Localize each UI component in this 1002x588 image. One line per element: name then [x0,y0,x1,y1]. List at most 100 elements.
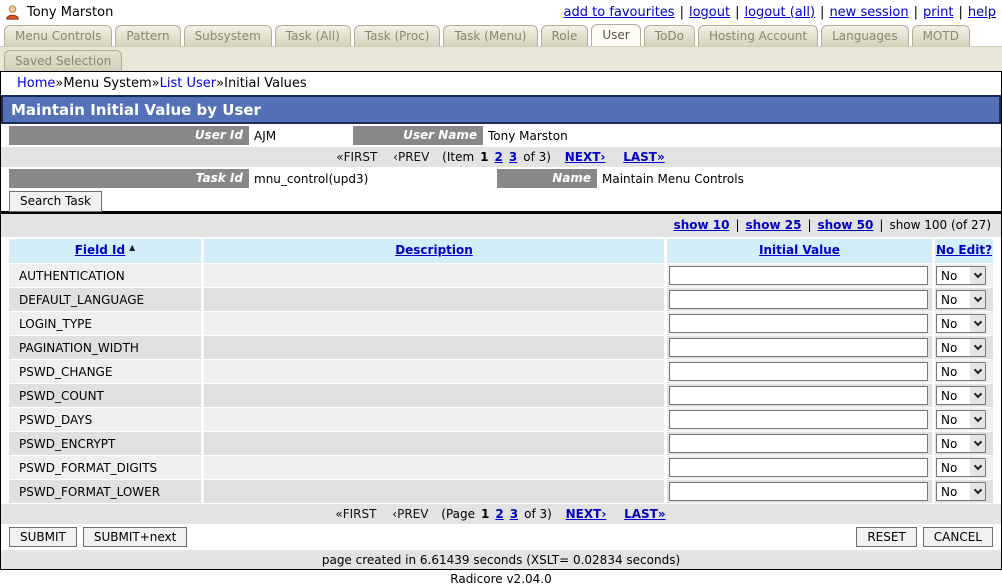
data-table: Field Id▲ Description Initial Value No E… [1,237,1001,503]
no-edit-select[interactable]: No [936,482,986,501]
no-edit-select[interactable]: No [936,410,986,429]
no-edit-select[interactable]: No [936,314,986,333]
breadcrumb-menu-system: Menu System [63,76,151,91]
initial-value-input[interactable] [669,290,928,309]
no-edit-sort-link[interactable]: No Edit? [936,243,992,257]
cancel-button[interactable]: CANCEL [923,527,993,547]
initial-value-cell [667,384,932,407]
link-logout[interactable]: logout [689,5,730,20]
description-cell [204,408,664,431]
page-last[interactable]: LAST» [624,507,666,521]
table-row: PSWD_FORMAT_DIGITS No [9,456,993,479]
tab[interactable]: Task (Menu) [443,25,537,46]
no-edit-cell: No [935,408,993,431]
tab[interactable]: Menu Controls [4,25,112,46]
initial-value-sort-link[interactable]: Initial Value [759,243,840,257]
link-separator: | [959,5,963,20]
no-edit-cell: No [935,360,993,383]
initial-value-input[interactable] [669,266,928,285]
initial-value-input[interactable] [669,410,928,429]
initial-value-input[interactable] [669,314,928,333]
show-50-link[interactable]: show 50 [817,218,873,232]
page-link-2[interactable]: 2 [495,507,503,521]
no-edit-select[interactable]: No [936,266,986,285]
breadcrumb-home[interactable]: Home [17,76,55,91]
field-id-cell: PAGINATION_WIDTH [9,336,201,359]
initial-value-cell [667,336,932,359]
app-version: Radicore v2.04.0 [0,570,1002,588]
item-current: 1 [480,150,488,164]
breadcrumb-list-user[interactable]: List User [160,76,217,91]
no-edit-cell: No [935,456,993,479]
tab[interactable]: Languages [821,25,908,46]
description-cell [204,336,664,359]
initial-value-cell [667,288,932,311]
tab-saved-selection[interactable]: Saved Selection [4,50,122,71]
search-task-button[interactable]: Search Task [9,191,102,212]
item-link-3[interactable]: 3 [509,150,517,164]
initial-value-input[interactable] [669,434,928,453]
no-edit-select[interactable]: No [936,434,986,453]
no-edit-selected-value: No [937,293,970,307]
field-id-sort-link[interactable]: Field Id [75,243,125,257]
item-first: «FIRST [336,150,377,164]
table-row: DEFAULT_LANGUAGE No [9,288,993,311]
link-logout-all[interactable]: logout (all) [744,5,815,20]
initial-value-input[interactable] [669,338,928,357]
chevron-down-icon [970,483,985,500]
initial-value-input[interactable] [669,482,928,501]
tab[interactable]: Hosting Account [698,25,818,46]
no-edit-select[interactable]: No [936,290,986,309]
chevron-down-icon [970,339,985,356]
show-10-link[interactable]: show 10 [674,218,730,232]
no-edit-select[interactable]: No [936,362,986,381]
tab[interactable]: Task (All) [275,25,351,46]
table-row: PSWD_ENCRYPT No [9,432,993,455]
description-cell [204,312,664,335]
no-edit-cell: No [935,336,993,359]
item-next[interactable]: NEXT› [565,150,606,164]
tab[interactable]: User [591,24,640,46]
no-edit-select[interactable]: No [936,386,986,405]
page-next[interactable]: NEXT› [566,507,607,521]
initial-value-input[interactable] [669,458,928,477]
chevron-down-icon [970,363,985,380]
description-sort-link[interactable]: Description [395,243,473,257]
initial-value-cell [667,312,932,335]
page-link-3[interactable]: 3 [510,507,518,521]
link-new-session[interactable]: new session [829,5,908,20]
table-row: LOGIN_TYPE No [9,312,993,335]
show-25-link[interactable]: show 25 [746,218,802,232]
table-header-row: Field Id▲ Description Initial Value No E… [9,239,993,263]
initial-value-input[interactable] [669,362,928,381]
field-id-cell: AUTHENTICATION [9,264,201,287]
chevron-down-icon [970,267,985,284]
initial-value-input[interactable] [669,386,928,405]
chevron-down-icon [970,459,985,476]
field-id-cell: LOGIN_TYPE [9,312,201,335]
item-last[interactable]: LAST» [623,150,665,164]
tab[interactable]: Task (Proc) [354,25,441,46]
tab[interactable]: Pattern [115,25,180,46]
tab[interactable]: Subsystem [184,25,272,46]
left-buttons: SUBMIT SUBMIT+next [9,527,187,547]
item-link-2[interactable]: 2 [495,150,503,164]
user-icon [4,4,21,21]
table-row: PSWD_DAYS No [9,408,993,431]
reset-button[interactable]: RESET [856,527,916,547]
tab[interactable]: ToDo [644,25,695,46]
current-user-name: Tony Marston [27,5,113,20]
no-edit-select[interactable]: No [936,338,986,357]
link-help[interactable]: help [968,5,996,20]
tab[interactable]: Role [541,25,589,46]
submit-next-button[interactable]: SUBMIT+next [83,527,188,547]
link-print[interactable]: print [923,5,954,20]
submit-button[interactable]: SUBMIT [9,527,77,547]
no-edit-select[interactable]: No [936,458,986,477]
chevron-down-icon [970,315,985,332]
link-add-to-favourites[interactable]: add to favourites [564,5,675,20]
tab[interactable]: MOTD [912,25,970,46]
page-title: Maintain Initial Value by User [1,95,1001,124]
table-row: AUTHENTICATION No [9,264,993,287]
user-context-row: User Id AJM User Name Tony Marston [1,125,1001,146]
